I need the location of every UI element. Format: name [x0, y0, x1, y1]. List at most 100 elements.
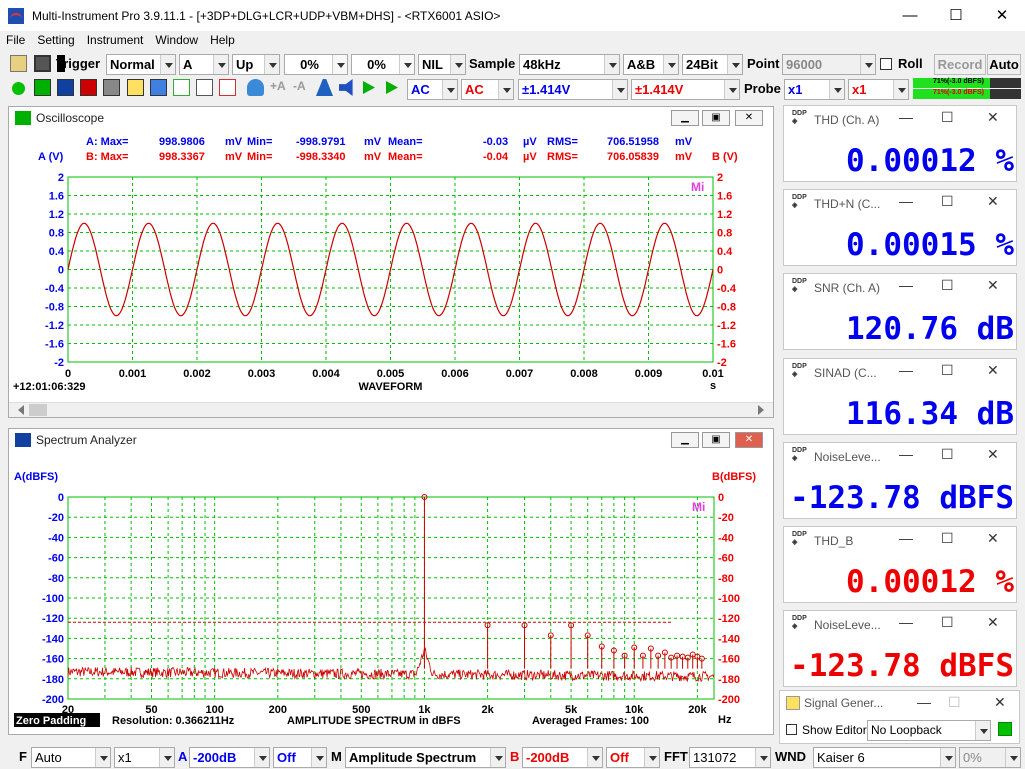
- scroll-left-icon[interactable]: [13, 405, 24, 415]
- close-button[interactable]: ✕: [979, 0, 1025, 31]
- ddc-icon[interactable]: [219, 79, 236, 96]
- b-mode-select[interactable]: Off: [606, 747, 660, 768]
- phase-icon[interactable]: [103, 79, 120, 96]
- menu-setting[interactable]: Setting: [31, 31, 80, 51]
- spectrum-icon[interactable]: [57, 79, 74, 96]
- generator-icon[interactable]: [173, 79, 190, 96]
- scroll-right-icon[interactable]: [758, 405, 769, 415]
- signal-generator-close-button[interactable]: ✕: [994, 694, 1006, 711]
- minimize-button[interactable]: —: [887, 0, 933, 31]
- trigger-delay-stepper[interactable]: 0%: [351, 54, 415, 75]
- open-folder-icon[interactable]: [10, 55, 27, 72]
- probe-a-select[interactable]: x1: [784, 79, 845, 100]
- coupling-a-select[interactable]: AC: [407, 79, 458, 100]
- meter-minimize-button[interactable]: —: [899, 109, 913, 125]
- spectrum-restore-button[interactable]: ▣: [702, 432, 730, 448]
- maximize-button[interactable]: ☐: [933, 0, 979, 31]
- meter-minimize-button[interactable]: —: [899, 614, 913, 630]
- oscilloscope-close-button[interactable]: ✕: [735, 110, 763, 126]
- meter-icon[interactable]: [80, 79, 97, 96]
- meter-close-button[interactable]: ✕: [987, 362, 999, 379]
- meter-maximize-button[interactable]: ☐: [941, 277, 954, 294]
- oscilloscope-restore-button[interactable]: ▣: [702, 110, 730, 126]
- probe-b-select[interactable]: x1: [848, 79, 909, 100]
- channels-select[interactable]: A&B: [623, 54, 679, 75]
- overlap-select: 0%: [959, 747, 1021, 768]
- sample-rate-select[interactable]: 48kHz: [519, 54, 620, 75]
- waveform-chart[interactable]: A: Max= 998.9806 mV Min= -998.9791 mV Mean= -0.…: [9, 129, 773, 403]
- fft-size-select[interactable]: 131072: [689, 747, 771, 768]
- meter-close-button[interactable]: ✕: [987, 193, 999, 210]
- meter-maximize-button[interactable]: ☐: [941, 530, 954, 547]
- menu-window[interactable]: Window: [149, 31, 204, 51]
- signal-generator-maximize-button[interactable]: ☐: [948, 694, 961, 711]
- trigger-level-stepper[interactable]: 0%: [284, 54, 348, 75]
- start-icon[interactable]: [12, 82, 25, 95]
- roll-checkbox[interactable]: [880, 58, 892, 70]
- meter-close-button[interactable]: ✕: [987, 530, 999, 547]
- meter-close-button[interactable]: ✕: [987, 614, 999, 631]
- show-editor-checkbox[interactable]: [786, 724, 797, 735]
- subtract-a-icon[interactable]: -A: [293, 79, 310, 96]
- spectrum-chart[interactable]: A(dBFS) B(dBFS) 0 -20 -40 -60 -80 -100 -120 -140 -…: [9, 451, 773, 734]
- range-a-value: ±1.414V: [522, 82, 571, 97]
- trigger-source-select[interactable]: A: [179, 54, 229, 75]
- chart-icon[interactable]: [127, 79, 144, 96]
- meter-minimize-button[interactable]: —: [899, 193, 913, 209]
- meter-maximize-button[interactable]: ☐: [941, 109, 954, 126]
- a-floor-select[interactable]: -200dB: [189, 747, 270, 768]
- oscilloscope-icon[interactable]: [34, 79, 51, 96]
- b-floor-select[interactable]: -200dB: [522, 747, 603, 768]
- probe-icon[interactable]: [316, 79, 333, 96]
- zoom-select[interactable]: x1: [114, 747, 175, 768]
- play-icon[interactable]: [363, 81, 375, 94]
- meter-maximize-button[interactable]: ☐: [941, 362, 954, 379]
- speaker-icon[interactable]: [339, 79, 353, 96]
- spectrum-minimize-button[interactable]: ▁: [671, 432, 699, 448]
- meter-minimize-button[interactable]: —: [899, 277, 913, 293]
- add-a-icon[interactable]: +A: [270, 79, 287, 96]
- chevron-down-icon: [644, 748, 659, 767]
- meter-close-button[interactable]: ✕: [987, 446, 999, 463]
- meter-maximize-button[interactable]: ☐: [941, 193, 954, 210]
- oscilloscope-scrollbar[interactable]: [9, 402, 773, 417]
- x-tick-label: 20k: [688, 704, 707, 716]
- ddp-icon[interactable]: [196, 79, 213, 96]
- play-once-icon[interactable]: [386, 81, 398, 94]
- range-a-select[interactable]: ±1.414V: [518, 79, 628, 100]
- zero-padding-label: Zero Padding: [16, 715, 86, 727]
- nil-select[interactable]: NIL: [418, 54, 466, 75]
- bits-select[interactable]: 24Bit: [682, 54, 743, 75]
- record-button[interactable]: Record: [934, 54, 986, 75]
- meter-maximize-button[interactable]: ☐: [941, 446, 954, 463]
- meter-close-button[interactable]: ✕: [987, 277, 999, 294]
- menu-help[interactable]: Help: [204, 31, 241, 51]
- meter-minimize-button[interactable]: —: [899, 530, 913, 546]
- meter-minimize-button[interactable]: —: [899, 446, 913, 462]
- meter-minimize-button[interactable]: —: [899, 362, 913, 378]
- spectrum-close-button[interactable]: ✕: [735, 432, 763, 448]
- meter-maximize-button[interactable]: ☐: [941, 614, 954, 631]
- f-select[interactable]: Auto: [31, 747, 111, 768]
- trigger-edge-select[interactable]: Up: [232, 54, 280, 75]
- signal-generator-minimize-button[interactable]: —: [917, 694, 931, 710]
- scrollbar-thumb[interactable]: [29, 404, 47, 416]
- menu-instrument[interactable]: Instrument: [81, 31, 150, 51]
- flask-icon[interactable]: [247, 79, 264, 96]
- a-mode-select[interactable]: Off: [273, 747, 327, 768]
- b-label: B: [510, 749, 520, 764]
- generator-run-button[interactable]: [998, 722, 1012, 736]
- loopback-select[interactable]: No Loopback: [867, 720, 991, 741]
- oscilloscope-minimize-button[interactable]: ▁: [671, 110, 699, 126]
- range-b-select[interactable]: ±1.414V: [631, 79, 740, 100]
- measurement-select[interactable]: Amplitude Spectrum: [345, 747, 506, 768]
- y-tick-label-a: -100: [42, 593, 64, 605]
- meter-close-button[interactable]: ✕: [987, 109, 999, 126]
- trigger-mode-select[interactable]: Normal: [106, 54, 176, 75]
- dut-icon[interactable]: [150, 79, 167, 96]
- auto-button[interactable]: Auto: [987, 54, 1021, 75]
- menu-file[interactable]: File: [0, 31, 31, 51]
- coupling-b-select[interactable]: AC: [461, 79, 514, 100]
- window-function-select[interactable]: Kaiser 6: [813, 747, 956, 768]
- save-icon[interactable]: [34, 55, 51, 72]
